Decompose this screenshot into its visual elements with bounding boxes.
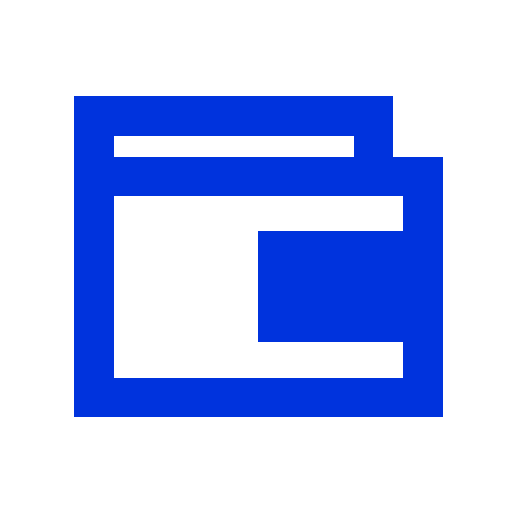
icon-canvas [0, 0, 512, 512]
wallet-icon [74, 96, 443, 417]
wallet-back-flap [74, 96, 393, 157]
